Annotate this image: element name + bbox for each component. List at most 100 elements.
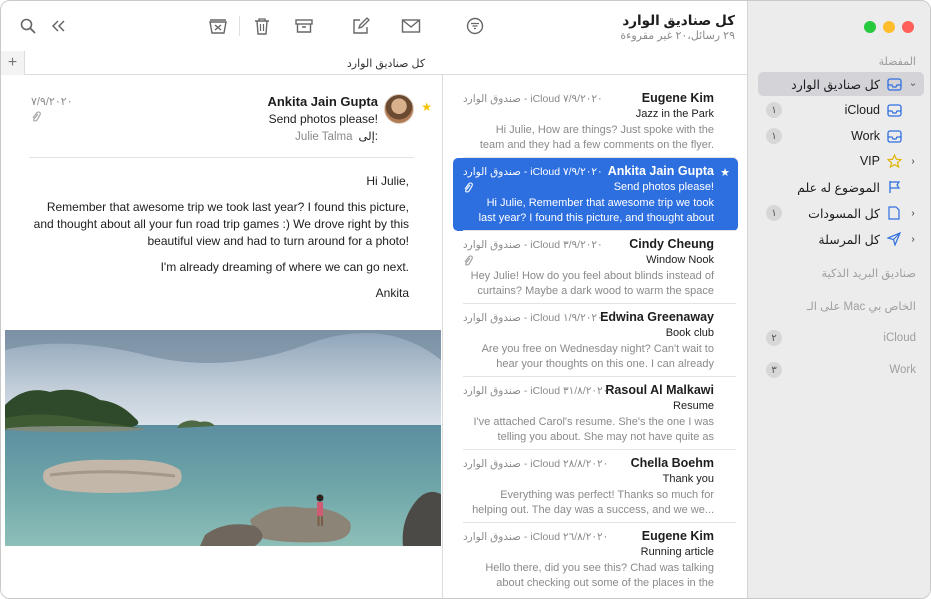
envelope-icon[interactable] — [400, 15, 422, 37]
message-date: ٧/٩/٢٠٢٠ — [31, 96, 73, 108]
message-meta: صندوق الوارد - iCloud ٣١/٨/٢٠٢٠ — [463, 385, 609, 397]
star-icon: ★ — [720, 167, 730, 179]
message-subject: Resume — [673, 400, 714, 412]
trash-icon[interactable] — [251, 15, 273, 37]
unread-badge: ١ — [766, 205, 782, 221]
message-sender: Eugene Kim — [641, 529, 714, 543]
new-tab-button[interactable]: + — [1, 51, 25, 75]
recipient-label: إلى: — [358, 131, 379, 143]
avatar — [384, 94, 414, 124]
message-subject: Send photos please! — [613, 181, 714, 193]
account-header-work[interactable]: Work — [889, 364, 916, 376]
flag-icon — [886, 180, 902, 194]
message-preview: Hi Julie, How are things? Just spoke wit… — [479, 124, 714, 151]
message-subject: Running article — [640, 546, 714, 558]
message-recipient: Julie Talma إلى: — [295, 129, 378, 143]
paperclip-icon — [31, 111, 41, 126]
message-meta: صندوق الوارد - iCloud ٢٦/٨/٢٠٢٠ — [463, 531, 609, 543]
message-meta: صندوق الوارد - iCloud ٣/٩/٢٠٢٠ — [463, 239, 603, 251]
junk-icon[interactable] — [207, 15, 229, 37]
attached-photo[interactable] — [5, 330, 441, 546]
zoom-button[interactable] — [864, 21, 876, 33]
message-subject: Window Nook — [646, 254, 714, 266]
message-preview: Hello there, did you see this? Chad was … — [485, 562, 714, 589]
star-icon[interactable]: ★ — [421, 100, 432, 114]
message-sender: Cindy Cheung — [629, 237, 714, 251]
message-subject: Send photos please! — [268, 112, 378, 126]
star-icon — [886, 154, 902, 168]
message-row[interactable]: Edwina Greenaway صندوق الوارد - iCloud ١/… — [453, 304, 738, 377]
sidebar-item-all-drafts[interactable]: ١ كل المسودات › — [758, 201, 924, 225]
message-row[interactable]: Cindy Cheung صندوق الوارد - iCloud ٣/٩/٢٠… — [453, 231, 738, 304]
message-preview: Hey Julie! How do you feel about blinds … — [470, 270, 714, 297]
message-row[interactable]: Eugene Kim صندوق الوارد - iCloud ٧/٩/٢٠٢٠… — [453, 85, 738, 158]
paperclip-icon — [463, 255, 473, 270]
sidebar-item-label: كل صناديق الوارد — [791, 77, 880, 92]
search-icon[interactable] — [17, 15, 39, 37]
window-subtitle: ٢٩ رسائل،٢٠ غير مقروءة — [620, 30, 735, 42]
message-meta: صندوق الوارد - iCloud ٧/٩/٢٠٢٠ — [463, 166, 603, 178]
message-sender: Rasoul Al Malkawi — [605, 383, 714, 397]
body-paragraph: Ankita — [375, 286, 409, 300]
message-sender[interactable]: Ankita Jain Gupta — [267, 94, 378, 109]
message-meta: صندوق الوارد - iCloud ١/٩/٢٠٢٠ — [463, 312, 603, 324]
chevron-down-icon[interactable]: › — [908, 79, 919, 89]
message-preview: Are you free on Wednesday night? Can't w… — [481, 343, 714, 370]
chevron-right-icon[interactable]: › — [908, 156, 918, 167]
message-preview: Hi Julie, Remember that awesome trip we … — [478, 197, 714, 224]
tab-all-inboxes[interactable]: كل صناديق الوارد — [25, 57, 747, 70]
message-subject: Thank you — [662, 473, 714, 485]
document-icon — [886, 206, 902, 220]
message-preview: Everything was perfect! Thanks so much f… — [472, 489, 714, 516]
chevron-right-icon[interactable]: › — [908, 234, 918, 245]
paperclip-icon — [463, 182, 473, 197]
sidebar-item-label: Work — [851, 129, 880, 143]
inbox-icon — [886, 77, 902, 91]
sidebar-item-label: كل المسودات — [808, 206, 880, 221]
message-row[interactable]: Ankita Jain Gupta صندوق الوارد - iCloud ٧… — [453, 158, 738, 231]
message-subject: Jazz in the Park — [635, 108, 714, 120]
message-row[interactable]: Rasoul Al Malkawi صندوق الوارد - iCloud ٣… — [453, 377, 738, 450]
on-my-mac-header[interactable]: على الـ Mac الخاص بي — [807, 299, 916, 313]
message-row[interactable]: Chella Boehm صندوق الوارد - iCloud ٢٨/٨/٢… — [453, 450, 738, 523]
unread-badge: ١ — [766, 128, 782, 144]
smart-mailboxes-header[interactable]: صناديق البريد الذكية — [821, 266, 916, 280]
body-paragraph: I'm already dreaming of where we can go … — [160, 260, 409, 274]
message-meta: صندوق الوارد - iCloud ٢٨/٨/٢٠٢٠ — [463, 458, 609, 470]
unread-badge: ٢ — [766, 330, 782, 346]
sidebar-item-icloud[interactable]: ١ iCloud — [758, 98, 924, 122]
sidebar-item-all-sent[interactable]: كل المرسلة › — [758, 227, 924, 251]
message-meta: صندوق الوارد - iCloud ٧/٩/٢٠٢٠ — [463, 93, 603, 105]
message-sender: Edwina Greenaway — [600, 310, 714, 324]
filter-icon[interactable] — [464, 15, 486, 37]
message-preview: I've attached Carol's resume. She's the … — [473, 416, 714, 443]
unread-badge: ١ — [766, 102, 782, 118]
mail-window: كل صناديق الوارد ٢٩ رسائل،٢٠ غير مقروءة … — [0, 0, 931, 599]
message-row[interactable]: Eugene Kim صندوق الوارد - iCloud ٢٦/٨/٢٠٢… — [453, 523, 738, 596]
favorites-header[interactable]: المفضلة — [879, 55, 916, 68]
message-sender: Ankita Jain Gupta — [607, 164, 714, 178]
sidebar-item-all-inboxes[interactable]: كل صناديق الوارد › — [758, 72, 924, 96]
paper-plane-icon — [886, 232, 902, 246]
message-subject: Book club — [665, 327, 714, 339]
body-paragraph: Hi Julie, — [366, 174, 409, 188]
account-header-icloud[interactable]: iCloud — [883, 332, 916, 344]
compose-icon[interactable] — [350, 15, 372, 37]
sidebar-item-vip[interactable]: VIP › — [758, 149, 924, 173]
toolbar: كل صناديق الوارد ٢٩ رسائل،٢٠ غير مقروءة — [1, 1, 747, 51]
toolbar-separator — [239, 16, 240, 36]
close-button[interactable] — [902, 21, 914, 33]
sidebar-item-label: كل المرسلة — [818, 232, 880, 247]
sidebar-item-label: الموضوع له علم — [797, 180, 880, 195]
sidebar-item-work[interactable]: ١ Work — [758, 124, 924, 148]
recipient-value[interactable]: Julie Talma — [295, 131, 352, 143]
message-body: Hi Julie, Remember that awesome trip we … — [31, 173, 409, 311]
sidebar: المفضلة كل صناديق الوارد › ١ iCloud ١ Wo… — [747, 1, 930, 598]
tab-bar: + كل صناديق الوارد — [1, 51, 747, 75]
archive-icon[interactable] — [293, 15, 315, 37]
message-viewer: ٧/٩/٢٠٢٠ Ankita Jain Gupta Send photos p… — [1, 75, 442, 598]
chevron-right-icon[interactable]: › — [908, 208, 918, 219]
double-chevron-left-icon[interactable] — [47, 15, 69, 37]
sidebar-item-flagged[interactable]: الموضوع له علم — [758, 175, 924, 199]
minimize-button[interactable] — [883, 21, 895, 33]
